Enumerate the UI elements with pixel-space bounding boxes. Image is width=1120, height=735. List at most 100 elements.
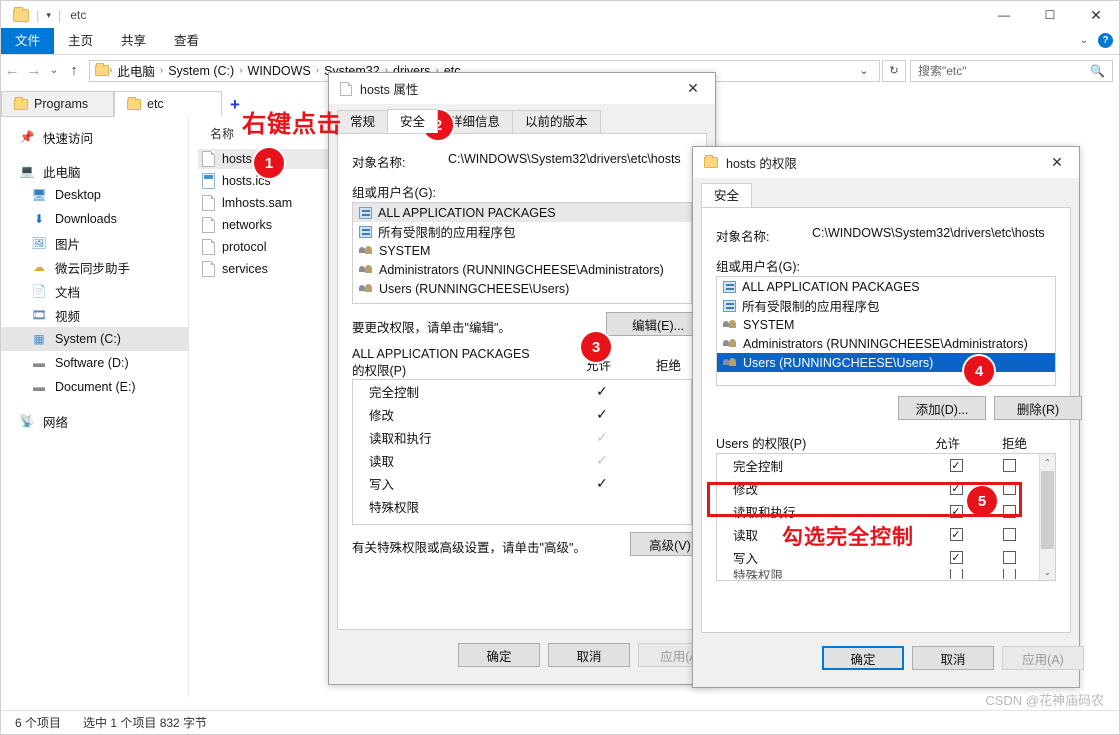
sidebar-item-weiyun[interactable]: ☁ 微云同步助手 [1,255,188,279]
properties-group-list[interactable]: ALL APPLICATION PACKAGES 所有受限制的应用程序包 SYS… [352,202,692,304]
sidebar-item-this-pc[interactable]: 💻 此电脑 [1,159,188,183]
group-row[interactable]: ALL APPLICATION PACKAGES [353,203,691,222]
group-row[interactable]: Administrators (RUNNINGCHEESE\Administra… [717,334,1055,353]
allow-checkbox[interactable] [949,569,963,579]
sidebar-item-desktop[interactable]: 🖥 Desktop [1,183,188,207]
breadcrumb-item-1[interactable]: System (C:) [163,64,239,78]
group-name: Administrators (RUNNINGCHEESE\Administra… [743,336,1028,351]
sidebar-item-network[interactable]: 📡 网络 [1,409,188,433]
chevron-down-icon[interactable]: ⌄ [853,64,875,77]
tab-security[interactable]: 安全 [387,109,439,133]
permissions-cancel-button[interactable]: 取消 [912,646,994,670]
permission-list-scrollbar[interactable]: ⌃ ⌄ [1039,454,1055,580]
allow-checkbox-cell[interactable]: ✓ [931,551,981,564]
deny-checkbox-cell[interactable] [981,528,1037,541]
permission-row[interactable]: 完全控制 ✓ [717,454,1055,477]
group-row[interactable]: ALL APPLICATION PACKAGES [717,277,1055,296]
group-row[interactable]: SYSTEM [353,241,691,260]
deny-checkbox[interactable] [1002,569,1016,579]
up-icon[interactable]: ↑ [63,62,85,79]
folder-tab-programs[interactable]: Programs [1,91,114,117]
ribbon-tab-home[interactable]: 主页 [54,28,107,54]
sidebar-item-system-c[interactable]: ▦ System (C:) [1,327,188,351]
deny-checkbox[interactable] [1002,528,1016,541]
allow-checkbox-checked[interactable]: ✓ [949,528,963,541]
scroll-up-icon[interactable]: ⌃ [1040,454,1055,470]
search-icon[interactable]: 🔍 [1090,64,1112,78]
allow-checkbox-checked[interactable]: ✓ [949,459,963,472]
close-icon[interactable]: ✕ [1035,147,1079,178]
sidebar-item-software-d[interactable]: ▬ Software (D:) [1,351,188,375]
ribbon-tab-file[interactable]: 文件 [1,28,55,54]
folder-icon [13,6,29,22]
group-name: SYSTEM [379,243,431,258]
annotation-highlight-box [707,482,1022,517]
permission-row: 读取 ✓ [353,449,691,472]
group-row[interactable]: Users (RUNNINGCHEESE\Users) [353,279,691,298]
tab-security[interactable]: 安全 [701,183,753,207]
breadcrumb-item-0[interactable]: 此电脑 [112,61,160,80]
search-input[interactable]: 搜索"etc" 🔍 [910,59,1113,82]
refresh-icon[interactable]: ↻ [882,59,906,82]
permissions-group-list[interactable]: ALL APPLICATION PACKAGES 所有受限制的应用程序包 SYS… [716,276,1056,386]
sidebar-item-label: System (C:) [55,332,121,346]
sidebar-item-videos[interactable]: 🎞 视频 [1,303,188,327]
sidebar-item-downloads[interactable]: ⬇ Downloads [1,207,188,231]
deny-checkbox-cell[interactable] [981,551,1037,564]
back-icon[interactable]: ← [1,62,23,79]
deny-checkbox-cell[interactable] [981,459,1037,472]
forward-icon[interactable]: → [23,62,45,79]
allow-checkbox-cell[interactable]: ✓ [931,528,981,541]
sidebar-item-document-e[interactable]: ▬ Document (E:) [1,375,188,399]
properties-permission-list[interactable]: 完全控制 ✓ 修改 ✓ 读取和执行 ✓ 读取 ✓ 写入 ✓ 特殊权限 [352,379,692,525]
deny-checkbox[interactable] [1002,551,1016,564]
sidebar-item-documents[interactable]: 📄 文档 [1,279,188,303]
sidebar-item-pictures[interactable]: 🖼 图片 [1,231,188,255]
properties-title-bar: hosts 属性 ✕ [329,73,715,104]
minimize-button[interactable]: — [981,1,1027,29]
object-name-value: C:\WINDOWS\System32\drivers\etc\hosts [812,226,1045,240]
group-row[interactable]: 所有受限制的应用程序包 [353,222,691,241]
ribbon-tab-view[interactable]: 查看 [160,28,213,54]
allow-checkbox-checked[interactable]: ✓ [949,551,963,564]
step-badge-1: 1 [254,148,284,178]
chevron-down-icon[interactable]: ▾ [46,10,51,21]
group-row-selected[interactable]: Users (RUNNINGCHEESE\Users) [717,353,1055,372]
properties-ok-button[interactable]: 确定 [458,643,540,667]
sidebar-item-quick-access[interactable]: 📌 快速访问 [1,125,188,149]
group-row[interactable]: Administrators (RUNNINGCHEESE\Administra… [353,260,691,279]
add-button[interactable]: 添加(D)... [898,396,986,420]
permission-name: 读取和执行 [369,432,432,446]
user-permission-list[interactable]: 完全控制 ✓ 修改 ✓ 读取和执行 ✓ 读取 ✓ 写入 ✓ 特殊权限 ⌃ ⌄ [716,453,1056,581]
help-icon[interactable]: ? [1098,33,1113,48]
scroll-down-icon[interactable]: ⌄ [1040,564,1055,580]
close-button[interactable]: ✕ [1073,1,1119,29]
tab-general[interactable]: 常规 [337,110,389,133]
ribbon-tab-share[interactable]: 共享 [107,28,160,54]
chevron-down-icon[interactable]: ⌄ [1080,35,1088,46]
properties-cancel-button[interactable]: 取消 [548,643,630,667]
breadcrumb-item-2[interactable]: WINDOWS [243,64,316,78]
drive-icon: ▬ [33,356,45,370]
videos-icon: 🎞 [31,308,47,322]
folder-tab-etc[interactable]: etc [114,91,222,117]
maximize-button[interactable]: ☐ [1027,1,1073,29]
permissions-ok-button[interactable]: 确定 [822,646,904,670]
permission-row-partial[interactable]: 特殊权限 [717,569,1055,579]
users-icon [359,283,373,295]
group-row[interactable]: 所有受限制的应用程序包 [717,296,1055,315]
remove-button[interactable]: 删除(R) [994,396,1082,420]
pin-icon: 📌 [19,130,35,144]
deny-checkbox[interactable] [1002,459,1016,472]
deny-checkbox-cell[interactable] [981,569,1037,579]
permission-row: 读取和执行 ✓ [353,426,691,449]
allow-checkbox-cell[interactable] [931,569,981,579]
tab-previous-versions[interactable]: 以前的版本 [512,110,601,133]
permission-row: 完全控制 ✓ [353,380,691,403]
group-row[interactable]: SYSTEM [717,315,1055,334]
close-icon[interactable]: ✕ [671,73,715,104]
recent-locations-icon[interactable]: ⌄ [45,65,63,76]
scrollbar-thumb[interactable] [1041,471,1054,549]
allow-checkbox-cell[interactable]: ✓ [931,459,981,472]
column-header-name[interactable]: 名称 [210,125,234,142]
